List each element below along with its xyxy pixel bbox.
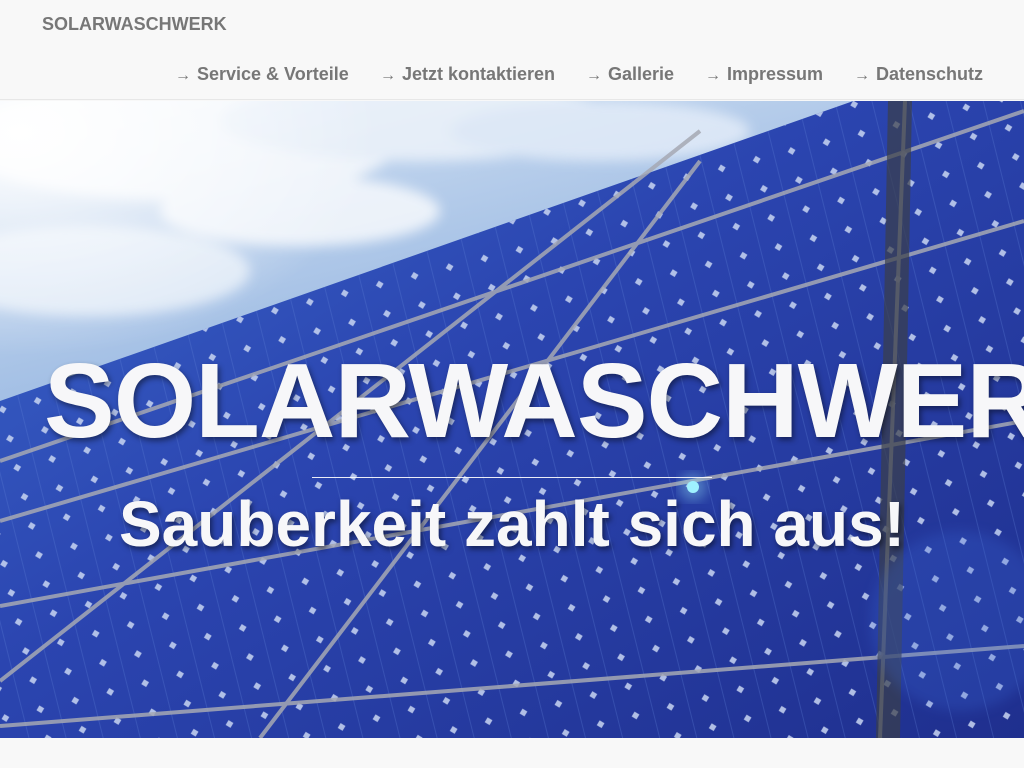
main-nav: → Service & Vorteile → Jetzt kontaktieren … (0, 64, 1024, 88)
nav-item-impressum[interactable]: → Impressum (705, 64, 823, 85)
arrow-right-icon: → (586, 67, 602, 84)
nav-item-service[interactable]: → Service & Vorteile (175, 64, 349, 85)
arrow-right-icon: → (854, 67, 870, 84)
arrow-right-icon: → (175, 67, 191, 84)
nav-item-gallerie[interactable]: → Gallerie (586, 64, 674, 85)
hero-subtitle: Sauberkeit zahlt sich aus! (118, 488, 906, 560)
nav-item-label: Impressum (727, 64, 824, 84)
hero-section: SOLARWASCHWERK Sauberkeit zahlt sich aus… (0, 101, 1024, 738)
hero-divider (312, 477, 712, 478)
brand-link[interactable]: SOLARWASCHWERK (42, 14, 227, 35)
navbar: SOLARWASCHWERK → Service & Vorteile → Jetz… (0, 0, 1024, 100)
nav-item-datenschutz[interactable]: → Datenschutz (854, 64, 983, 85)
nav-item-label: Jetzt kontaktieren (402, 64, 556, 84)
arrow-right-icon: → (705, 67, 721, 84)
nav-item-label: Datenschutz (876, 64, 984, 84)
hero-title: SOLARWASCHWERK (44, 342, 1024, 460)
nav-item-label: Gallerie (608, 64, 675, 84)
arrow-right-icon: → (380, 67, 396, 84)
nav-item-label: Service & Vorteile (197, 64, 349, 84)
page-content-start (0, 738, 1024, 768)
nav-item-kontakt[interactable]: → Jetzt kontaktieren (380, 64, 555, 85)
